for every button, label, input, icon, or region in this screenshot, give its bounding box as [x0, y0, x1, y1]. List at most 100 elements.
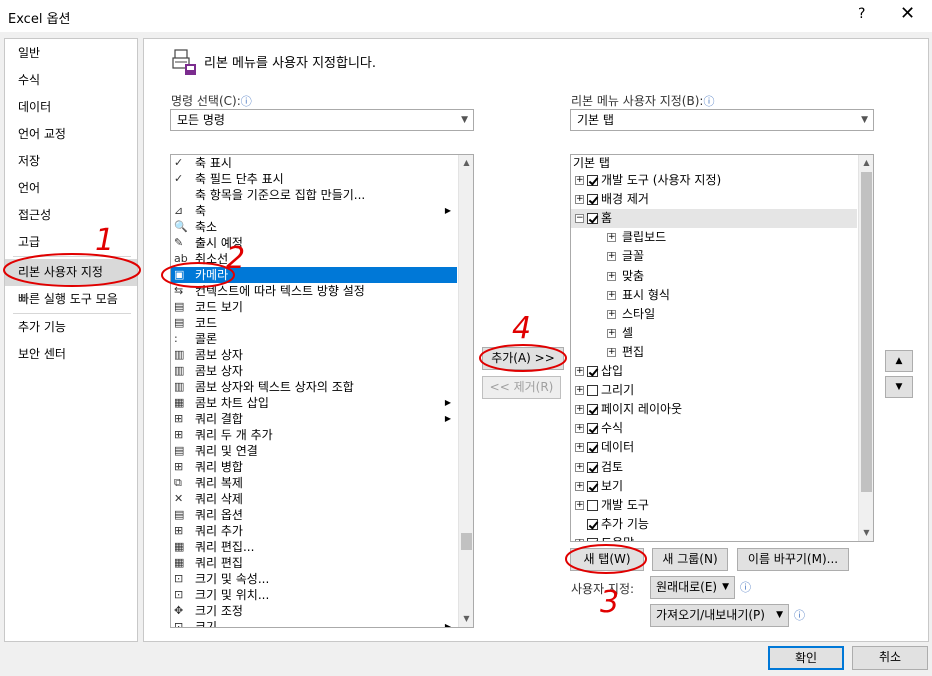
expand-icon[interactable]: + [607, 271, 616, 281]
nav-item-customize-ribbon[interactable]: 리본 사용자 지정 [5, 259, 137, 286]
tab-checkbox[interactable] [587, 175, 598, 186]
command-item[interactable]: ✓ 축 필드 단추 표시 [171, 171, 457, 187]
tree-tab-item[interactable]: + 도움말 [571, 534, 857, 541]
help-button[interactable]: ? [858, 6, 865, 22]
scroll-up-icon[interactable]: ▲ [859, 155, 873, 171]
command-item[interactable]: ▦ 콤보 차트 삽입 ▶ [171, 395, 457, 411]
scroll-up-icon[interactable]: ▲ [459, 155, 473, 171]
command-item[interactable]: ⊞ 쿼리 두 개 추가 [171, 427, 457, 443]
nav-item-data[interactable]: 데이터 [5, 94, 137, 121]
import-export-dropdown[interactable]: 가져오기/내보내기(P) ▼ [650, 604, 789, 627]
scroll-down-icon[interactable]: ▼ [859, 525, 873, 541]
tab-checkbox[interactable] [587, 442, 598, 454]
tree-tab-item[interactable]: + 페이지 레이아웃 [571, 400, 857, 419]
remove-button[interactable]: << 제거(R) [482, 376, 561, 399]
command-item[interactable]: ⊡ 크기 ▶ [171, 619, 457, 627]
tree-tab-item[interactable]: + 개발 도구 (사용자 지정) [571, 171, 857, 190]
expand-icon[interactable]: + [575, 386, 584, 396]
expand-icon[interactable]: + [575, 176, 584, 185]
tree-group-item[interactable]: + 셀 [571, 324, 857, 343]
expand-icon[interactable]: + [575, 424, 584, 434]
new-tab-button[interactable]: 새 탭(W) [570, 548, 644, 571]
nav-item-formulas[interactable]: 수식 [5, 67, 137, 94]
tree-tab-item[interactable]: + 삽입 [571, 362, 857, 381]
nav-item-save[interactable]: 저장 [5, 148, 137, 175]
command-item[interactable]: ▥ 콤보 상자 [171, 363, 457, 379]
command-item[interactable]: ✎ 출시 예정 [171, 235, 457, 251]
expand-icon[interactable]: + [575, 481, 584, 491]
tree-group-item[interactable]: + 표시 형식 [571, 286, 857, 305]
tree-tab-item[interactable]: + 그리기 [571, 381, 857, 400]
tree-tab-item[interactable]: + 검토 [571, 458, 857, 477]
tree-tab-item[interactable]: + 보기 [571, 477, 857, 496]
move-down-button[interactable]: ▼ [885, 376, 913, 398]
command-item[interactable]: ⊿ 축 ▶ [171, 203, 457, 219]
command-item[interactable]: ✕ 쿼리 삭제 [171, 491, 457, 507]
expand-icon[interactable]: + [607, 252, 616, 262]
expand-icon[interactable]: + [607, 233, 616, 243]
command-item[interactable]: ⊞ 쿼리 추가 [171, 523, 457, 539]
command-item[interactable]: ⊡ 크기 및 속성... [171, 571, 457, 587]
tree-group-item[interactable]: + 스타일 [571, 305, 857, 324]
command-item[interactable]: ▦ 쿼리 편집 [171, 555, 457, 571]
command-item[interactable]: ▤ 쿼리 및 연결 [171, 443, 457, 459]
nav-item-trust-center[interactable]: 보안 센터 [5, 341, 137, 368]
expand-icon[interactable]: + [607, 309, 616, 319]
command-item[interactable]: ▥ 콤보 상자와 텍스트 상자의 조합 [171, 379, 457, 395]
expand-icon[interactable]: + [607, 290, 616, 300]
tree-tab-item[interactable]: − 홈 [571, 209, 857, 229]
commands-scrollbar[interactable]: ▲ ▼ [458, 155, 473, 627]
nav-item-proofing[interactable]: 언어 교정 [5, 121, 137, 148]
expand-icon[interactable]: + [575, 462, 584, 472]
expand-icon[interactable]: + [575, 405, 584, 415]
expand-icon[interactable]: + [575, 195, 584, 205]
commands-list[interactable]: ✓ 축 표시 ✓ 축 필드 단추 표시 축 항목을 기준으로 집합 만들기... ⊿ 축 ▶ 🔍… [170, 154, 474, 628]
command-item[interactable]: ⇆ 컨텍스트에 따라 텍스트 방향 설정 [171, 283, 457, 299]
tree-tab-item[interactable]: + 개발 도구 [571, 496, 857, 515]
expand-icon[interactable]: + [607, 328, 616, 338]
tree-scrollbar[interactable]: ▲ ▼ [858, 155, 873, 541]
command-item[interactable]: ▦ 쿼리 편집... [171, 539, 457, 555]
command-item[interactable]: : 콜론 [171, 331, 457, 347]
command-item[interactable]: ▥ 콤보 상자 [171, 347, 457, 363]
reset-dropdown[interactable]: 원래대로(E) ▼ [650, 576, 735, 599]
close-button[interactable]: ✕ [900, 3, 915, 24]
command-item[interactable]: ⧉ 쿼리 복제 [171, 475, 457, 491]
move-up-button[interactable]: ▲ [885, 350, 913, 372]
nav-item-advanced[interactable]: 고급 [5, 229, 137, 256]
expand-icon[interactable]: + [575, 443, 584, 453]
nav-item-general[interactable]: 일반 [5, 40, 137, 67]
cancel-button[interactable]: 취소 [852, 646, 928, 670]
expand-icon[interactable]: + [575, 538, 584, 541]
expand-icon[interactable]: + [575, 500, 584, 510]
tab-checkbox[interactable] [587, 404, 598, 416]
scroll-thumb[interactable] [861, 172, 872, 492]
command-item[interactable]: ⊞ 쿼리 병합 [171, 459, 457, 475]
command-item[interactable]: ▤ 코드 [171, 315, 457, 331]
command-item[interactable]: ✥ 크기 조정 [171, 603, 457, 619]
new-group-button[interactable]: 새 그룹(N) [652, 548, 728, 571]
nav-item-addins[interactable]: 추가 기능 [5, 314, 137, 341]
nav-item-language[interactable]: 언어 [5, 175, 137, 202]
ribbon-dropdown[interactable]: 기본 탭 ▼ [570, 109, 874, 131]
add-button[interactable]: 추가(A) >> [482, 347, 564, 370]
tree-group-item[interactable]: + 글꼴 [571, 247, 857, 266]
nav-item-quick-access[interactable]: 빠른 실행 도구 모음 [5, 286, 137, 313]
tree-tab-item[interactable]: + 수식 [571, 419, 857, 438]
commands-dropdown[interactable]: 모든 명령 ▼ [170, 109, 474, 131]
command-item[interactable]: ✓ 축 표시 [171, 155, 457, 171]
rename-button[interactable]: 이름 바꾸기(M)... [737, 548, 849, 571]
tab-checkbox[interactable] [587, 194, 598, 206]
tree-tab-item[interactable]: + 배경 제거 [571, 190, 857, 209]
collapse-icon[interactable]: − [575, 214, 584, 224]
expand-icon[interactable]: + [607, 347, 616, 357]
command-item[interactable]: 축 항목을 기준으로 집합 만들기... [171, 187, 457, 203]
command-item[interactable]: ⊞ 쿼리 결합 ▶ [171, 411, 457, 427]
ok-button[interactable]: 확인 [768, 646, 844, 670]
tree-tab-item[interactable]: + 데이터 [571, 438, 857, 457]
tree-group-item[interactable]: + 클립보드 [571, 228, 857, 247]
tree-tab-item[interactable]: 추가 기능 [571, 515, 857, 534]
tab-checkbox[interactable] [587, 499, 598, 511]
command-item[interactable]: ▤ 코드 보기 [171, 299, 457, 315]
ribbon-tree[interactable]: 기본 탭 + 개발 도구 (사용자 지정) + 배경 제거 − 홈 + 클립보드 + 글꼴 + 맞춤 +… [570, 154, 874, 542]
